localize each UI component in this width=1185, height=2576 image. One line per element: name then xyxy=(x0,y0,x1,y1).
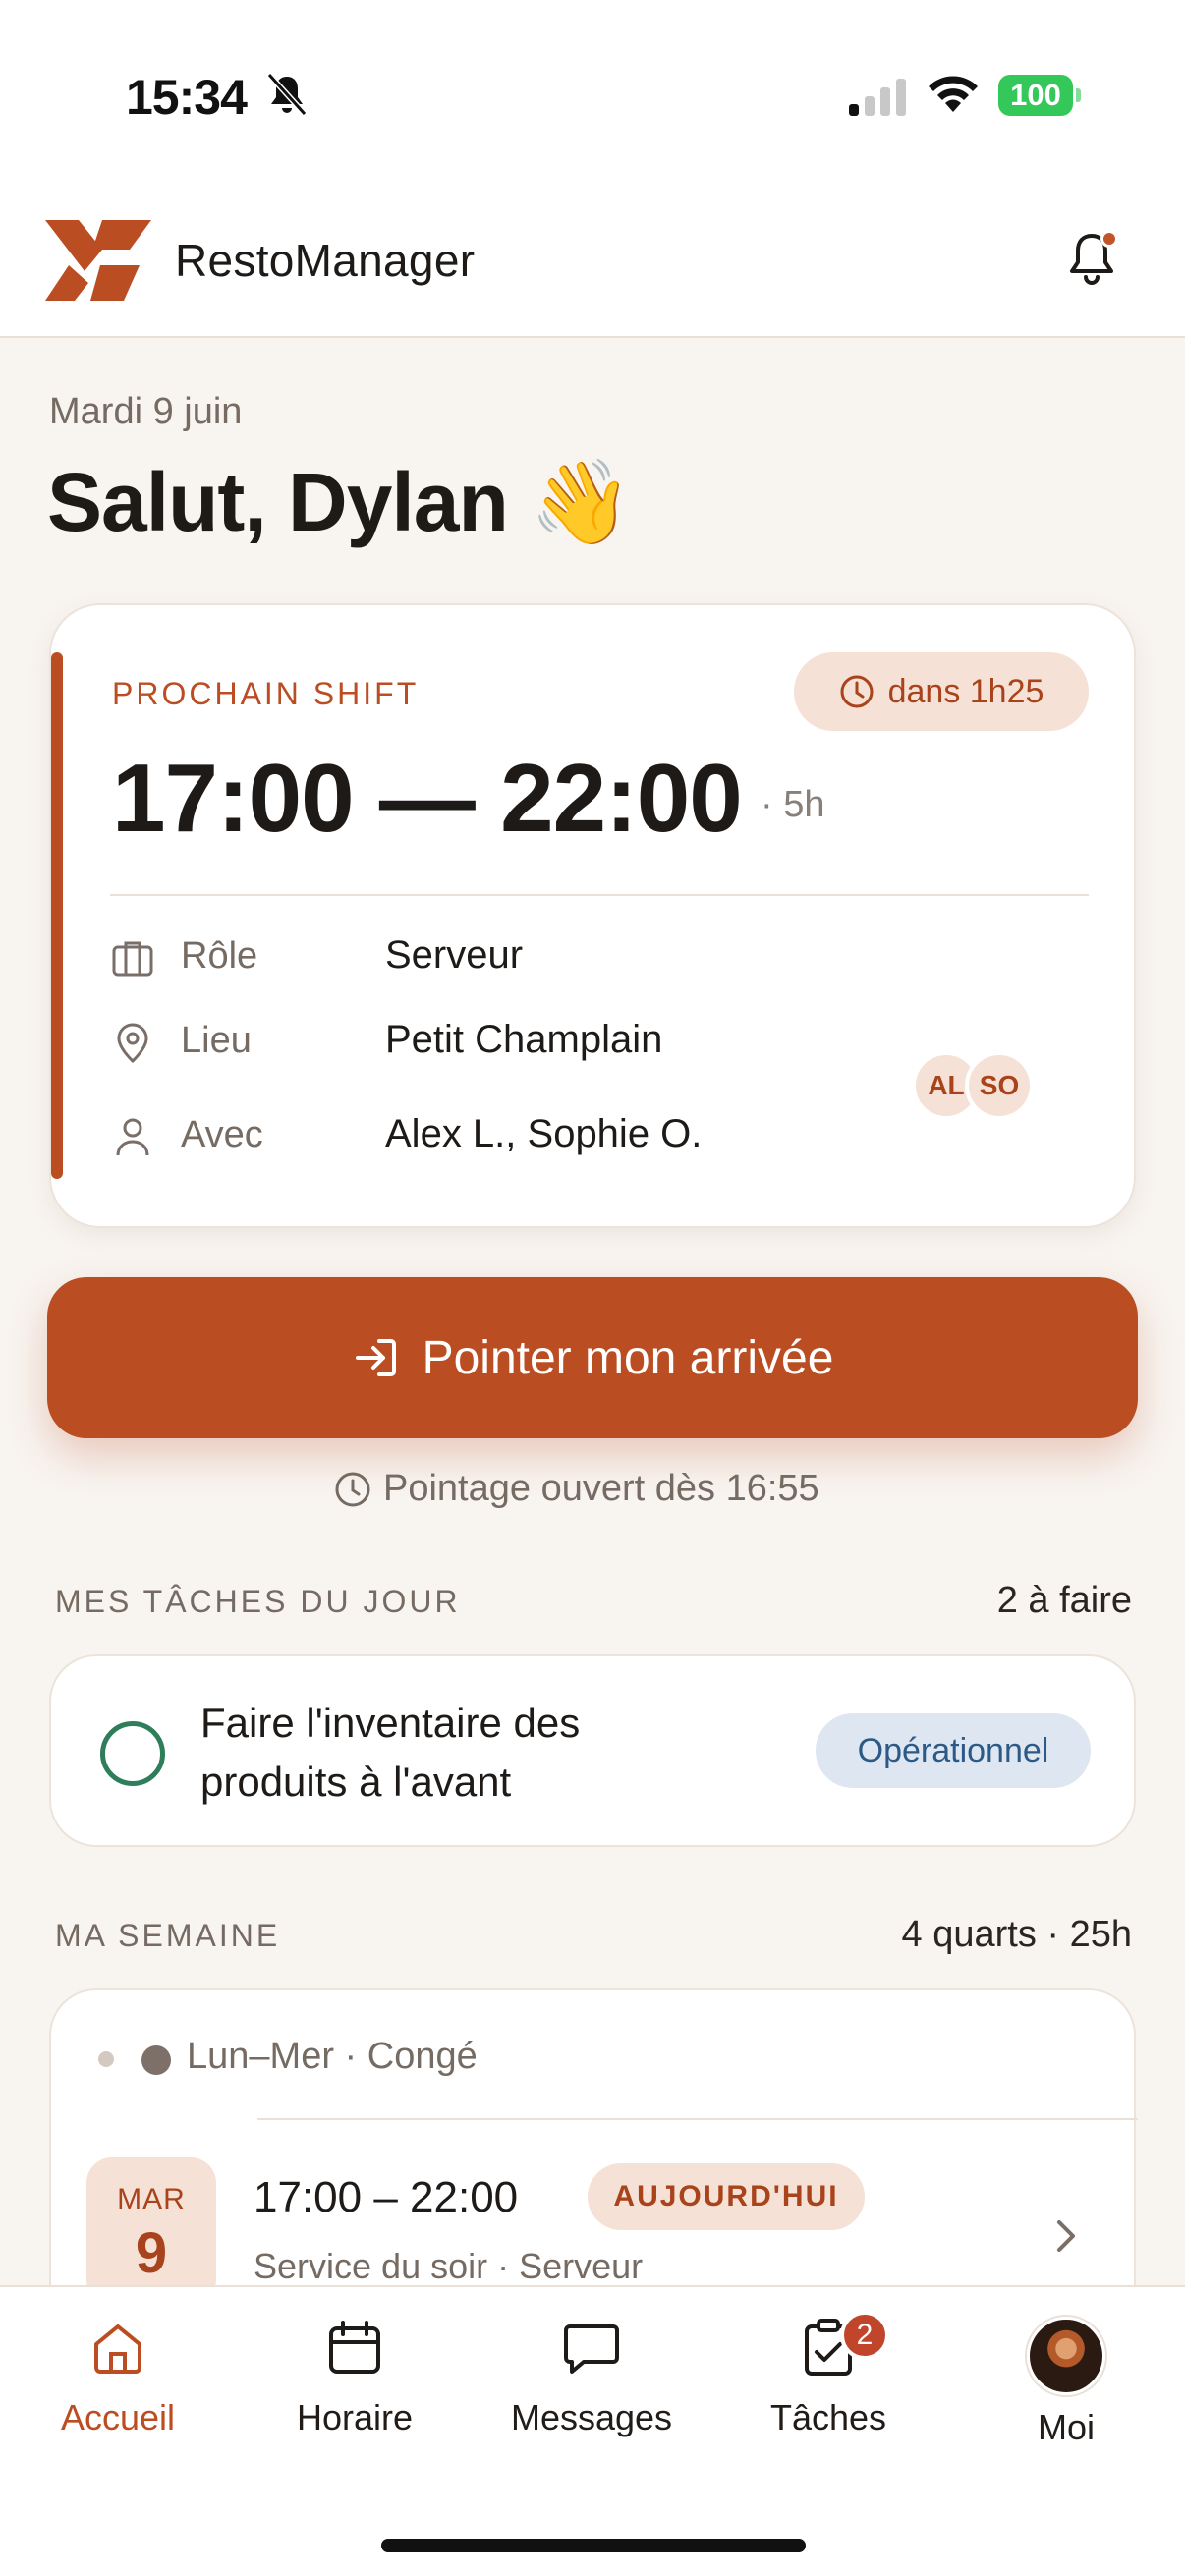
tab-accueil[interactable]: Accueil xyxy=(10,2317,226,2438)
status-time: 15:34 xyxy=(126,70,248,125)
coworker-avatar: SO xyxy=(965,1051,1034,1120)
app-header: RestoManager xyxy=(0,196,1185,338)
next-shift-card[interactable]: PROCHAIN SHIFT dans 1h25 17:00 — 22:00 ·… xyxy=(49,603,1136,1228)
sign-in-icon xyxy=(355,1339,396,1376)
signal-icon xyxy=(849,79,906,116)
week-shift-time: 17:00 – 22:00 xyxy=(254,2173,519,2221)
clock-icon xyxy=(840,675,874,708)
day-chip: MAR 9 xyxy=(86,2157,216,2305)
wifi-icon xyxy=(929,76,978,112)
greeting-title: Salut, Dylan 👋 xyxy=(47,456,633,548)
status-bar: 15:34 100 xyxy=(0,0,1185,196)
day-number: 9 xyxy=(135,2221,168,2285)
battery-level: 100 xyxy=(998,75,1073,116)
task-category-badge: Opérationnel xyxy=(816,1713,1091,1788)
clock-in-note-text: Pointage ouvert dès 16:55 xyxy=(383,1468,819,1509)
tasks-badge: 2 xyxy=(840,2311,889,2360)
day-abbr: MAR xyxy=(117,2183,186,2215)
shift-role-value: Serveur xyxy=(385,933,524,977)
briefcase-icon xyxy=(112,941,153,977)
shift-countdown-text: dans 1h25 xyxy=(887,672,1044,710)
tab-taches[interactable]: 2 Tâches xyxy=(720,2311,936,2438)
task-item[interactable]: Faire l'inventaire des produits à l'avan… xyxy=(49,1654,1136,1847)
silent-bell-icon xyxy=(266,72,308,117)
tasks-count: 2 à faire xyxy=(996,1580,1132,1621)
shift-location-value: Petit Champlain xyxy=(385,1018,663,1061)
coworker-avatars: AL SO xyxy=(912,1051,1089,1120)
clock-in-label: Pointer mon arrivée xyxy=(422,1331,834,1384)
week-divider xyxy=(257,2118,1138,2120)
shift-time-range: 17:00 — 22:00 xyxy=(112,744,743,852)
person-icon xyxy=(116,1118,149,1156)
shift-divider xyxy=(110,894,1089,896)
shift-location-label: Lieu xyxy=(181,1020,252,1061)
chevron-right-icon[interactable] xyxy=(1051,2214,1081,2258)
app-title: RestoManager xyxy=(175,235,476,286)
clock-in-note: Pointage ouvert dès 16:55 xyxy=(334,1468,819,1510)
day-off-dot xyxy=(141,2045,171,2075)
shift-role-row: Rôle Serveur xyxy=(110,925,1089,984)
home-indicator xyxy=(381,2539,806,2552)
task-checkbox[interactable] xyxy=(100,1721,165,1786)
tab-label: Horaire xyxy=(296,2397,414,2437)
notification-dot xyxy=(1100,230,1118,248)
tab-moi[interactable]: Moi xyxy=(958,2317,1174,2448)
date-label: Mardi 9 juin xyxy=(49,391,243,432)
task-text: Faire l'inventaire des produits à l'avan… xyxy=(200,1700,581,1805)
week-summary: 4 quarts · 25h xyxy=(901,1914,1132,1955)
shift-coworkers-value: Alex L., Sophie O. xyxy=(385,1112,703,1155)
battery-indicator: 100 xyxy=(998,75,1081,116)
tab-label: Messages xyxy=(510,2397,673,2437)
home-icon xyxy=(94,2324,141,2374)
calendar-icon xyxy=(329,2321,380,2374)
tab-label: Moi xyxy=(1037,2407,1095,2447)
week-section-title: MA SEMAINE xyxy=(55,1918,281,1953)
bottom-tab-bar: Accueil Horaire Messages 2 Tâches Moi xyxy=(0,2285,1185,2576)
shift-accent-bar xyxy=(51,652,63,1179)
clock-in-button[interactable]: Pointer mon arrivée xyxy=(47,1277,1138,1438)
tab-messages[interactable]: Messages xyxy=(483,2317,700,2438)
battery-nub xyxy=(1076,88,1081,102)
shift-duration: · 5h xyxy=(761,784,825,825)
week-shift-subtitle: Service du soir · Serveur xyxy=(254,2246,644,2286)
tasks-section-title: MES TÂCHES DU JOUR xyxy=(55,1584,461,1619)
logo-icon xyxy=(45,220,151,301)
tab-label: Tâches xyxy=(769,2397,887,2437)
timeline-dot xyxy=(98,2051,114,2067)
avatar xyxy=(1027,2317,1105,2395)
shift-section-label: PROCHAIN SHIFT xyxy=(112,676,420,711)
tab-label: Accueil xyxy=(60,2397,176,2437)
location-pin-icon xyxy=(117,1023,148,1064)
shift-role-label: Rôle xyxy=(181,935,258,977)
tab-horaire[interactable]: Horaire xyxy=(247,2317,463,2438)
message-icon xyxy=(564,2324,619,2374)
day-off-label: Lun–Mer · Congé xyxy=(187,2036,478,2077)
clock-icon xyxy=(335,1472,370,1506)
shift-countdown-badge: dans 1h25 xyxy=(794,652,1089,731)
today-badge: AUJOURD'HUI xyxy=(588,2163,865,2230)
shift-coworkers-label: Avec xyxy=(181,1114,263,1155)
